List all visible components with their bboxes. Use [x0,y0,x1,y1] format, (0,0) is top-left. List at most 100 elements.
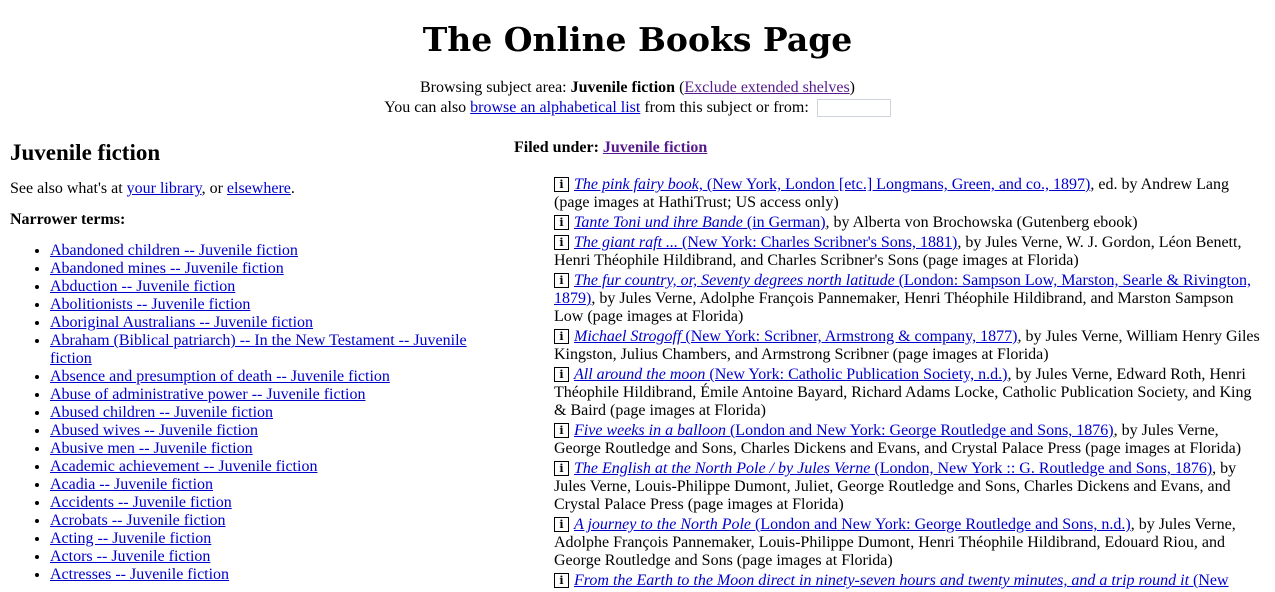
book-entry: i The pink fairy book, (New York, London … [554,176,1264,212]
book-publication: (New [1189,572,1229,589]
book-publication: (New York: Charles Scribner's Sons, 1881… [678,234,958,251]
list-item: Abuse of administrative power -- Juvenil… [50,386,480,404]
list-item: Abandoned children -- Juvenile fiction [50,242,480,260]
book-list: i The pink fairy book, (New York, London … [554,176,1264,590]
book-link[interactable]: The giant raft ... (New York: Charles Sc… [574,234,957,251]
info-icon[interactable]: i [554,273,569,288]
narrower-term-link[interactable]: Abused children -- Juvenile fiction [50,404,273,421]
info-icon[interactable]: i [554,235,569,250]
narrower-term-link[interactable]: Abandoned mines -- Juvenile fiction [50,260,284,277]
book-link[interactable]: From the Earth to the Moon direct in nin… [574,572,1229,589]
list-item: Absence and presumption of death -- Juve… [50,368,480,386]
list-item: Actresses -- Juvenile fiction [50,566,480,584]
narrower-term-link[interactable]: Actors -- Juvenile fiction [50,548,210,565]
info-icon[interactable]: i [554,329,569,344]
book-link[interactable]: Tante Toni und ihre Bande (in German) [574,214,826,231]
book-title: The fur country, or, Seventy degrees nor… [574,272,895,289]
info-icon[interactable]: i [554,367,569,382]
list-item: Aboriginal Australians -- Juvenile ficti… [50,314,480,332]
narrower-term-link[interactable]: Acrobats -- Juvenile fiction [50,512,226,529]
book-link[interactable]: All around the moon (New York: Catholic … [574,366,1007,383]
book-title: All around the moon [574,366,706,383]
or-text: , or [201,180,227,197]
list-item: Abraham (Biblical patriarch) -- In the N… [50,332,480,368]
narrower-term-link[interactable]: Absence and presumption of death -- Juve… [50,368,390,385]
info-icon[interactable]: i [554,573,569,588]
also-prefix: You can also [384,99,471,116]
also-suffix: from this subject or from: [640,99,809,116]
narrower-term-link[interactable]: Abraham (Biblical patriarch) -- In the N… [50,332,467,367]
info-icon[interactable]: i [554,517,569,532]
left-column: Juvenile fiction See also what's at your… [10,140,480,584]
book-title: From the Earth to the Moon direct in nin… [574,572,1190,589]
narrower-term-link[interactable]: Abusive men -- Juvenile fiction [50,440,253,457]
narrower-term-link[interactable]: Accidents -- Juvenile fiction [50,494,232,511]
exclude-extended-shelves-link[interactable]: Exclude extended shelves [684,79,849,96]
book-title: Five weeks in a balloon [574,422,726,439]
list-item: Accidents -- Juvenile fiction [50,494,480,512]
book-title: Tante Toni und ihre Bande [574,214,743,231]
narrower-term-link[interactable]: Aboriginal Australians -- Juvenile ficti… [50,314,313,331]
narrower-term-link[interactable]: Abandoned children -- Juvenile fiction [50,242,298,259]
book-link[interactable]: The pink fairy book, (New York, London [… [574,176,1090,193]
book-link[interactable]: A journey to the North Pole (London and … [574,516,1131,533]
info-icon[interactable]: i [554,215,569,230]
book-title: The English at the North Pole / by Jules… [574,460,871,477]
info-icon[interactable]: i [554,461,569,476]
list-item: Acadia -- Juvenile fiction [50,476,480,494]
book-publication: (London, New York :: G. Routledge and So… [870,460,1213,477]
alphabetical-list-link[interactable]: browse an alphabetical list [470,99,640,116]
filed-under-label: Filed under: [514,139,603,156]
list-item: Acrobats -- Juvenile fiction [50,512,480,530]
paren-open: ( [675,79,685,96]
book-entry: i Michael Strogoff (New York: Scribner, A… [554,328,1264,364]
narrower-term-link[interactable]: Abused wives -- Juvenile fiction [50,422,258,439]
info-icon[interactable]: i [554,423,569,438]
narrower-term-link[interactable]: Acting -- Juvenile fiction [50,530,211,547]
list-item: Abolitionists -- Juvenile fiction [50,296,480,314]
book-publication: (New York, London [etc.] Longmans, Green… [702,176,1091,193]
book-title: The pink fairy book, [574,176,703,193]
see-also-line: See also what's at your library, or else… [10,180,480,198]
elsewhere-link[interactable]: elsewhere [227,180,291,197]
narrower-term-link[interactable]: Actresses -- Juvenile fiction [50,566,229,583]
book-title: Michael Strogoff [574,328,682,345]
narrower-terms-list: Abandoned children -- Juvenile fiction A… [10,242,480,584]
subject-name: Juvenile fiction [570,79,676,96]
list-item: Actors -- Juvenile fiction [50,548,480,566]
narrower-term-link[interactable]: Abduction -- Juvenile fiction [50,278,235,295]
browse-prefix: Browsing subject area: [420,79,571,96]
book-link[interactable]: The English at the North Pole / by Jules… [574,460,1212,477]
narrower-term-link[interactable]: Abuse of administrative power -- Juvenil… [50,386,365,403]
book-entry: i All around the moon (New York: Catholic… [554,366,1264,420]
book-entry: i A journey to the North Pole (London and… [554,516,1264,570]
book-publication: (in German) [742,214,826,231]
book-entry: i Five weeks in a balloon (London and New… [554,422,1264,458]
your-library-link[interactable]: your library [127,180,202,197]
list-item: Abused wives -- Juvenile fiction [50,422,480,440]
book-title: The giant raft ... [574,234,679,251]
see-also-prefix: See also what's at [10,180,127,197]
narrower-term-link[interactable]: Academic achievement -- Juvenile fiction [50,458,317,475]
info-icon[interactable]: i [554,177,569,192]
list-item: Abduction -- Juvenile fiction [50,278,480,296]
book-title: A journey to the North Pole [574,516,752,533]
book-entry: i Tante Toni und ihre Bande (in German), … [554,214,1264,232]
book-publication: (London and New York: George Routledge a… [751,516,1131,533]
list-item: Abandoned mines -- Juvenile fiction [50,260,480,278]
book-link[interactable]: Five weeks in a balloon (London and New … [574,422,1114,439]
book-entry: i From the Earth to the Moon direct in ni… [554,572,1264,590]
paren-close: ) [849,79,855,96]
filed-under-line: Filed under: Juvenile fiction [514,139,1264,157]
subject-search-input[interactable] [816,99,891,118]
book-entry: i The fur country, or, Seventy degrees no… [554,272,1264,326]
book-link[interactable]: Michael Strogoff (New York: Scribner, Ar… [574,328,1017,345]
list-item: Abusive men -- Juvenile fiction [50,440,480,458]
narrower-term-link[interactable]: Acadia -- Juvenile fiction [50,476,213,493]
filed-under-link[interactable]: Juvenile fiction [603,139,707,156]
period: . [290,180,295,197]
book-entry: i The English at the North Pole / by Jule… [554,460,1264,514]
narrower-term-link[interactable]: Abolitionists -- Juvenile fiction [50,296,250,313]
subject-heading: Juvenile fiction [10,140,161,165]
narrower-terms-label: Narrower terms: [10,211,126,228]
